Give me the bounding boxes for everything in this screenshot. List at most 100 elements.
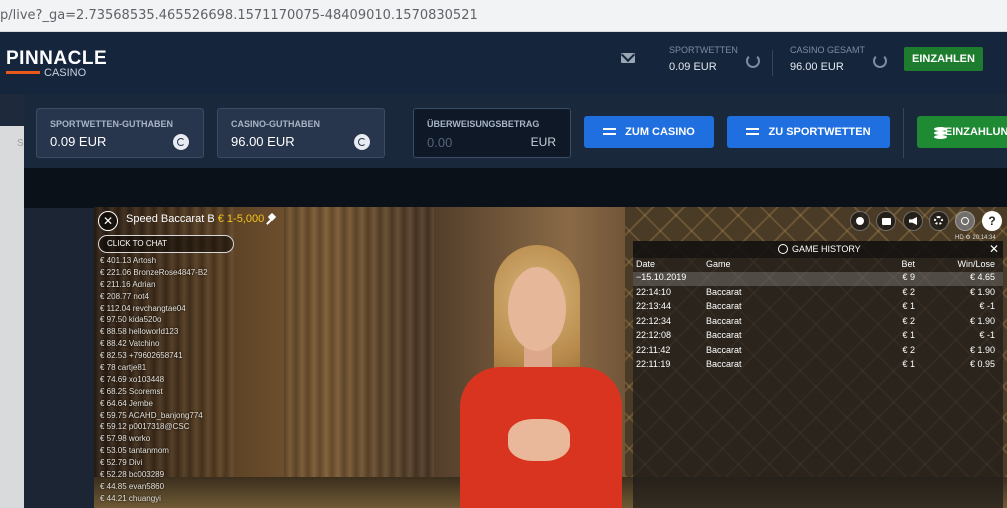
swap-icon: [746, 127, 760, 137]
round-bet: € 2: [902, 287, 915, 297]
winner-entry: € 44.85 evan5860: [100, 481, 165, 491]
casino-gesamt-value: 96.00 EUR: [790, 61, 844, 73]
table-row[interactable]: 22:12:34 Baccarat € 2 € 1.90: [633, 316, 1003, 330]
pin-icon[interactable]: [267, 214, 277, 224]
round-game: Baccarat: [706, 345, 742, 355]
winner-entry: € 59.12 p0017318@CSC: [100, 422, 190, 432]
browser-url-bar[interactable]: p/live?_ga=2.73568535.465526698.15711700…: [0, 0, 1007, 32]
round-bet: € 1: [902, 301, 915, 311]
table-row[interactable]: 22:11:19 Baccarat € 1 € 0.95: [633, 359, 1003, 373]
winner-entry: € 52.79 Divi: [100, 458, 143, 468]
click-to-chat-button[interactable]: CLICK TO CHAT: [98, 235, 234, 253]
refresh-sport-wallet-icon[interactable]: [173, 134, 189, 150]
round-win: € 1.90: [969, 316, 995, 326]
refresh-sportwetten-icon[interactable]: [746, 54, 760, 68]
table-name: Speed Baccarat B: [126, 213, 215, 225]
winner-entry: € 401.13 Artosh: [100, 256, 157, 265]
refresh-casino-wallet-icon[interactable]: [354, 134, 370, 150]
casino-gesamt-label: CASINO GESAMT: [790, 45, 866, 55]
transfer-divider: [903, 108, 904, 158]
coins-icon: [934, 126, 947, 138]
table-row[interactable]: 22:12:08 Baccarat € 1 € -1: [633, 330, 1003, 344]
video-camera-icon[interactable]: [876, 211, 896, 231]
logo-underline: [6, 71, 40, 74]
round-game: Baccarat: [706, 301, 742, 311]
einzahlung-label: EINZAHLUNG: [944, 126, 1007, 138]
refresh-casino-icon[interactable]: [873, 54, 887, 68]
round-time: 22:11:42: [636, 345, 671, 355]
history-win: € 4.65: [969, 272, 995, 282]
round-bet: € 2: [902, 345, 915, 355]
header-casino-balance: CASINO GESAMT 96.00 EUR: [790, 45, 865, 73]
history-icon[interactable]: [955, 211, 975, 231]
winner-entry: € 74.69 xo103448: [100, 374, 165, 384]
sport-wallet-label: SPORTWETTEN-GUTHABEN: [50, 119, 173, 129]
winner-entry: € 82.53 +79602658741: [100, 351, 183, 361]
help-icon[interactable]: ?: [982, 211, 1002, 231]
round-time: 22:14:10: [636, 287, 672, 297]
winner-entry: € 112.04 revchangtae04: [100, 303, 186, 313]
zum-casino-button[interactable]: ZUM CASINO: [584, 116, 714, 148]
winners-list: € 401.13 Artosh € 221.06 BronzeRose4847-…: [100, 255, 260, 508]
casino-wallet-label: CASINO-GUTHABEN: [231, 119, 320, 129]
einzahlen-button[interactable]: EINZAHLEN: [904, 47, 983, 71]
winner-entry: € 64.64 Jembe: [100, 398, 153, 408]
transfer-amount-box: ÜBERWEISUNGSBETRAG EUR: [413, 108, 571, 158]
round-time: 22:11:19: [636, 359, 671, 369]
amount-input[interactable]: [427, 134, 517, 150]
winner-entry: € 68.25 Scoremst: [100, 386, 163, 396]
table-row[interactable]: 22:13:44 Baccarat € 1 € -1: [633, 301, 1003, 315]
close-icon[interactable]: ✕: [98, 211, 118, 231]
swap-icon: [603, 127, 617, 137]
winner-entry: € 88.42 Vatchino: [100, 339, 160, 349]
round-game: Baccarat: [706, 359, 742, 369]
zum-casino-label: ZUM CASINO: [625, 126, 695, 138]
gear-icon[interactable]: [929, 211, 949, 231]
round-win: € 1.90: [969, 345, 995, 355]
table-row[interactable]: 22:14:10 Baccarat € 2 € 1.90: [633, 287, 1003, 301]
round-win: € 0.95: [969, 359, 995, 369]
header-sportwetten-balance: SPORTWETTEN 0.09 EUR: [669, 45, 738, 73]
table-limit: € 1-5,000: [217, 213, 265, 225]
winner-entry: € 221.06 BronzeRose4847-B2: [100, 267, 208, 277]
winner-entry: € 97.50 kida520o: [100, 315, 162, 325]
amount-label: ÜBERWEISUNGSBETRAG: [427, 119, 540, 129]
chat-bubble-icon[interactable]: [850, 211, 870, 231]
winner-entry: € 53.05 tantanmom: [100, 446, 169, 456]
round-game: Baccarat: [706, 316, 742, 326]
sound-icon[interactable]: [903, 211, 923, 231]
url-text[interactable]: p/live?_ga=2.73568535.465526698.15711700…: [0, 8, 478, 23]
col-winlose: Win/Lose: [957, 259, 995, 269]
history-date-row[interactable]: −15.10.2019 € 9 € 4.65: [633, 272, 1003, 286]
winner-entry: € 44.21 chuangyi: [100, 493, 161, 503]
mail-icon[interactable]: [621, 53, 635, 63]
pinnacle-logo[interactable]: PINNACLE CASINO: [6, 48, 107, 79]
game-history-title: GAME HISTORY: [792, 244, 861, 254]
close-history-icon[interactable]: ✕: [989, 242, 999, 256]
table-row[interactable]: 22:11:42 Baccarat € 2 € 1.90: [633, 345, 1003, 359]
zu-sportwetten-button[interactable]: ZU SPORTWETTEN: [727, 116, 890, 148]
round-win: € -1: [979, 330, 995, 340]
winner-entry: € 57.98 worko: [100, 434, 151, 444]
round-game: Baccarat: [706, 330, 742, 340]
winner-entry: € 52.28 bc003289: [100, 470, 165, 480]
sidebar-letter: S: [17, 138, 24, 149]
col-bet: Bet: [901, 259, 915, 269]
history-bet: € 9: [902, 272, 915, 282]
winner-entry: € 78 cartje81: [100, 363, 147, 373]
hd-clock-text: HD ⚙ 20:14:34: [955, 235, 996, 241]
amount-currency: EUR: [530, 135, 556, 149]
page-left-strip: S: [0, 94, 24, 508]
round-time: 22:13:44: [636, 301, 672, 311]
game-history-panel: GAME HISTORY ✕ Date Game Bet Win/Lose −1…: [633, 241, 1003, 508]
table-title: Speed Baccarat B € 1-5,000: [126, 213, 264, 225]
col-game: Game: [706, 259, 731, 269]
round-game: Baccarat: [706, 287, 742, 297]
winner-entry: € 88.58 helloworld123: [100, 327, 179, 337]
einzahlung-button[interactable]: EINZAHLUNG: [917, 116, 1007, 148]
round-time: 22:12:34: [636, 316, 672, 326]
winner-entry: € 59.75 ACAHD_banjong774: [100, 410, 203, 420]
winner-entry: € 208.77 not4: [100, 291, 149, 301]
sportwetten-value: 0.09 EUR: [669, 61, 717, 73]
dealer-image: [456, 243, 626, 508]
